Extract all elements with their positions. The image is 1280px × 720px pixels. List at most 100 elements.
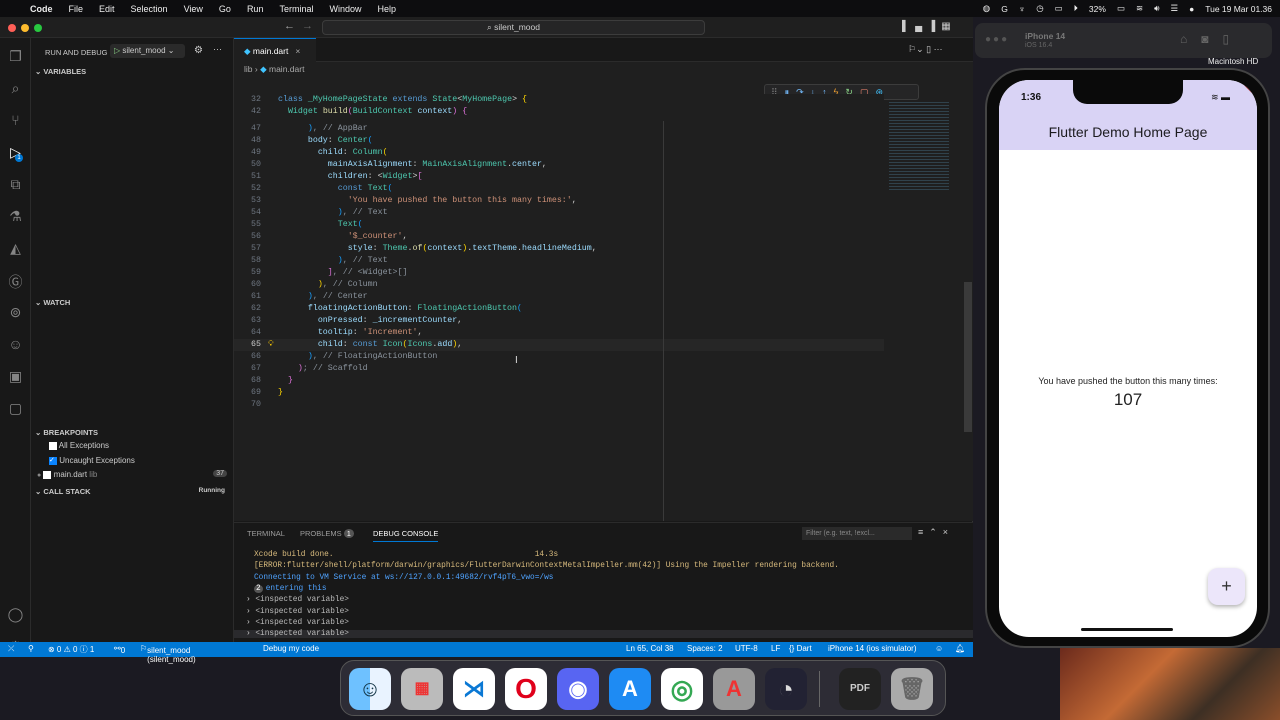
line-number[interactable]: 63 <box>234 315 261 327</box>
menu-selection[interactable]: Selection <box>131 4 168 14</box>
ports-status[interactable]: ⚯ 0 <box>114 644 125 655</box>
console-line[interactable]: Connecting to VM Service at ws://127.0.0… <box>254 574 553 582</box>
siri-icon[interactable]: ● <box>1189 4 1194 14</box>
debug-my-code[interactable]: Debug my code <box>263 644 319 653</box>
tab-problems[interactable]: PROBLEMS 1 <box>300 529 354 538</box>
run-split-icons[interactable]: ⚐⌄ ▯ ··· <box>908 44 943 55</box>
line-number[interactable]: 69 <box>234 387 261 399</box>
line-number[interactable]: 42 <box>234 106 261 118</box>
line-number[interactable]: 58 <box>234 255 261 267</box>
remote-icon[interactable]: ⤫ <box>8 644 14 654</box>
line-ending[interactable]: LF <box>771 644 780 653</box>
console-line[interactable]: 2 entering this <box>254 584 327 593</box>
line-number[interactable]: 64 <box>234 327 261 339</box>
forward-arrow-icon[interactable]: → <box>302 20 313 32</box>
code-line[interactable]: 52 const Text( <box>234 183 884 195</box>
battery-icon[interactable]: ▭ <box>1117 3 1125 14</box>
line-number[interactable]: 61 <box>234 291 261 303</box>
dock-chrome[interactable]: ◎ <box>661 668 703 710</box>
code-line[interactable]: 54 ), // Text <box>234 207 884 219</box>
line-number[interactable]: 54 <box>234 207 261 219</box>
dock-vscode[interactable]: ⋊ <box>453 668 495 710</box>
code-line[interactable]: 56 '$_counter', <box>234 231 884 243</box>
console-line[interactable]: › <inspected variable> <box>246 608 349 616</box>
desktop-drive-label[interactable]: Macintosh HD <box>1208 57 1258 66</box>
dock-launchpad[interactable]: ▦ <box>401 668 443 710</box>
tab-main-dart[interactable]: ◆ main.dart × <box>234 38 316 62</box>
console-line[interactable]: › <inspected variable> <box>246 596 349 604</box>
git-graph-icon[interactable]: Ⓖ <box>0 272 31 292</box>
line-number[interactable]: 32 <box>234 94 261 106</box>
dock-pdf[interactable]: PDF <box>839 668 881 710</box>
increment-fab[interactable]: + <box>1208 568 1245 605</box>
window-controls[interactable]: ●●● <box>985 34 1009 45</box>
lightbulb-icon[interactable]: 💡︎ <box>268 339 274 351</box>
line-number[interactable]: 66 <box>234 351 261 363</box>
line-number[interactable]: 60 <box>234 279 261 291</box>
code-line[interactable]: 47 ), // AppBar <box>234 123 884 135</box>
line-number[interactable]: 65 <box>234 339 261 351</box>
line-number[interactable]: 68 <box>234 375 261 387</box>
dock-finder[interactable]: ☺ <box>349 668 391 710</box>
code-line[interactable]: 64 tooltip: 'Increment', <box>234 327 884 339</box>
line-number[interactable]: 57 <box>234 243 261 255</box>
code-line[interactable]: 62 floatingActionButton: FloatingActionB… <box>234 303 884 315</box>
search-icon[interactable]: ⌕ <box>0 80 31 97</box>
run-debug-icon[interactable]: ▷ 1 <box>0 144 31 162</box>
dock-obs[interactable]: ◔ <box>765 668 807 710</box>
menu-view[interactable]: View <box>184 4 203 14</box>
line-number[interactable]: 48 <box>234 135 261 147</box>
code-line[interactable]: 70 <box>234 399 884 411</box>
call-stack-section[interactable]: ⌄ CALL STACK <box>35 487 91 496</box>
code-line[interactable]: 51 children: <Widget>[ <box>234 171 884 183</box>
panel-actions-icons[interactable]: ≡⌃× <box>918 527 954 538</box>
deploy-icon[interactable]: ◭ <box>0 240 31 257</box>
control-center-icon[interactable]: ☰ <box>1170 3 1178 14</box>
code-line[interactable]: 63 onPressed: _incrementCounter, <box>234 315 884 327</box>
dock-discord[interactable]: ◉ <box>557 668 599 710</box>
line-number[interactable]: 51 <box>234 171 261 183</box>
close-window-button[interactable] <box>8 24 16 32</box>
breakpoint-all-exceptions[interactable]: All Exceptions <box>49 441 109 450</box>
timer-icon[interactable]: ◷ <box>1036 3 1043 14</box>
mic-icon[interactable]: ♆ <box>1019 4 1025 14</box>
breakpoint-main-dart[interactable]: ● main.dart lib 37 <box>37 470 227 479</box>
play-icon[interactable]: ⏵ <box>1074 3 1078 14</box>
clock[interactable]: Tue 19 Mar 01.36 <box>1205 4 1272 14</box>
menu-help[interactable]: Help <box>377 4 396 14</box>
minimap[interactable] <box>889 100 949 190</box>
variables-section[interactable]: ⌄ VARIABLES <box>35 67 86 76</box>
code-editor[interactable]: 32 class _MyHomePageState extends State<M… <box>234 94 884 414</box>
dock-xcode[interactable]: A <box>609 668 651 710</box>
launch-status[interactable]: ⚐ silent_mood (silent_mood) <box>140 644 196 664</box>
tab-terminal[interactable]: TERMINAL <box>247 529 285 538</box>
code-line[interactable]: 60 ), // Column <box>234 279 884 291</box>
account-icon[interactable]: ◯ <box>0 606 31 623</box>
menu-terminal[interactable]: Terminal <box>279 4 313 14</box>
breakpoints-section[interactable]: ⌄ BREAKPOINTS <box>35 428 98 437</box>
line-number[interactable]: 55 <box>234 219 261 231</box>
extensions-icon[interactable]: ⧉ <box>0 176 31 193</box>
breadcrumb-file[interactable]: main.dart <box>269 64 304 74</box>
grammarly-icon[interactable]: G <box>1001 4 1008 14</box>
checkbox[interactable] <box>43 470 52 479</box>
code-line[interactable]: 48 body: Center( <box>234 135 884 147</box>
console-line[interactable]: › <inspected variable> <box>234 630 973 639</box>
code-line[interactable]: 59 ], // <Widget>[] <box>234 267 884 279</box>
home-indicator[interactable] <box>1081 628 1173 631</box>
editor-scrollbar[interactable] <box>964 282 972 432</box>
simulator-actions-icons[interactable]: ⌂◙▯ <box>1180 32 1243 46</box>
line-number[interactable]: 47 <box>234 123 261 135</box>
more-actions-icon[interactable]: ··· <box>213 44 222 54</box>
testing-icon[interactable]: ⚗ <box>0 208 31 225</box>
menu-edit[interactable]: Edit <box>99 4 115 14</box>
breakpoint-uncaught-exceptions[interactable]: ✓ Uncaught Exceptions <box>49 456 135 465</box>
line-number[interactable]: 67 <box>234 363 261 375</box>
code-line[interactable]: 69} <box>234 387 884 399</box>
checkbox[interactable] <box>49 441 57 450</box>
line-number[interactable]: 49 <box>234 147 261 159</box>
menu-go[interactable]: Go <box>219 4 231 14</box>
code-line[interactable]: 50 mainAxisAlignment: MainAxisAlignment.… <box>234 159 884 171</box>
close-tab-icon[interactable]: × <box>295 46 300 56</box>
status-icon[interactable]: ◍ <box>983 3 990 14</box>
